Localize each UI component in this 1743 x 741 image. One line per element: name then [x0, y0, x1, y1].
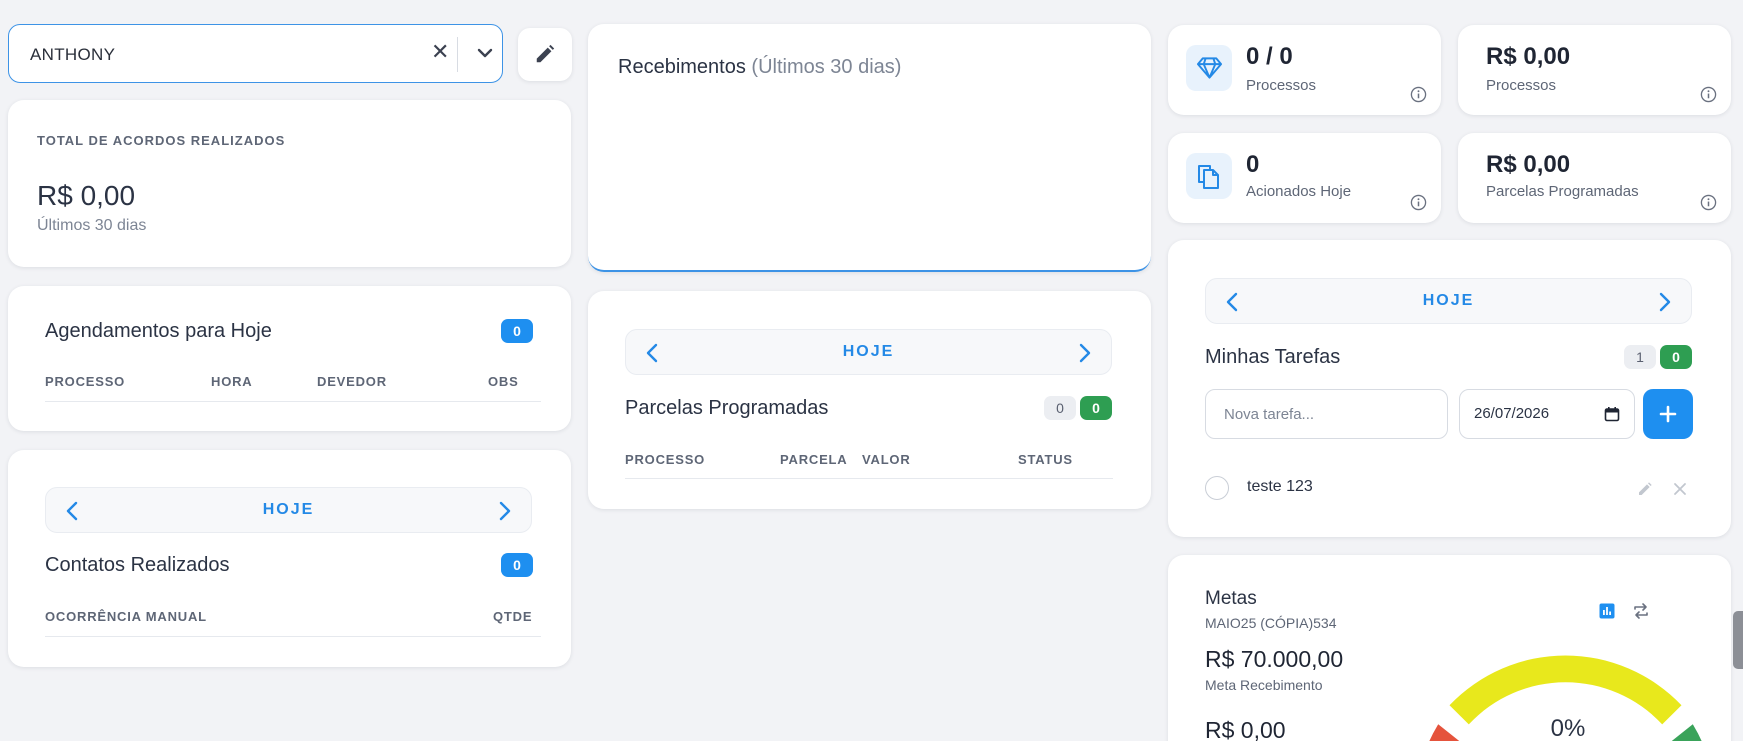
contatos-title: Contatos Realizados	[45, 554, 230, 576]
add-tarefa-button[interactable]	[1643, 389, 1693, 439]
stat-value: R$ 0,00	[1486, 151, 1571, 178]
stat-value: R$ 0,00	[1486, 43, 1571, 70]
contatos-date-label: HOJE	[262, 501, 315, 518]
recebimentos-chart-card: Recebimentos (Últimos 30 dias)	[588, 24, 1151, 272]
agendamentos-card: Agendamentos para Hoje 0 PROCESSO HORA D…	[8, 286, 571, 431]
list-item: teste 123	[1205, 470, 1693, 506]
tarefa-text: teste 123	[1247, 478, 1313, 495]
gauge-percent-label: 0%	[1550, 715, 1586, 741]
parcelas-date-nav: HOJE	[625, 329, 1112, 375]
metas-title: Metas	[1205, 588, 1257, 609]
column-header-processo: PROCESSO	[625, 452, 706, 467]
user-select[interactable]: ANTHONY ✕	[8, 24, 503, 83]
stat-card-acionados: 0 Acionados Hoje	[1168, 133, 1441, 223]
tarefas-date-label: HOJE	[1422, 292, 1475, 309]
tarefa-date-value: 26/07/2026	[1474, 405, 1550, 422]
stat-label: Processos	[1486, 77, 1557, 94]
chevron-right-icon[interactable]	[499, 501, 511, 521]
contatos-card: HOJE Contatos Realizados 0 OCORRÊNCIA MA…	[8, 450, 571, 667]
stat-value: 0	[1246, 151, 1260, 178]
diamond-icon	[1196, 57, 1223, 79]
recebimentos-title: Recebimentos (Últimos 30 dias)	[618, 56, 901, 79]
close-icon[interactable]	[1673, 482, 1687, 496]
column-header-parcela: PARCELA	[780, 452, 848, 467]
bar-chart-icon[interactable]	[1599, 603, 1615, 619]
tarefas-green-badge: 0	[1660, 345, 1692, 369]
stat-value: 0 / 0	[1246, 43, 1293, 70]
acordos-card: TOTAL DE ACORDOS REALIZADOS R$ 0,00 Últi…	[8, 100, 571, 267]
contatos-count-badge: 0	[501, 553, 533, 577]
plus-icon	[1659, 405, 1677, 423]
stat-icon-bubble	[1186, 45, 1232, 91]
calendar-icon[interactable]	[1604, 406, 1620, 422]
column-header-valor: VALOR	[862, 452, 911, 467]
gauge-segment-green	[1671, 724, 1702, 741]
column-header-obs: OBS	[488, 374, 519, 389]
gauge-segment-red	[1429, 724, 1460, 741]
info-icon[interactable]	[1410, 194, 1427, 211]
copy-icon	[1198, 165, 1219, 189]
info-icon[interactable]	[1700, 86, 1717, 103]
metas-card: Metas MAIO25 (CÓPIA)534 R$ 70.000,00 Met…	[1168, 555, 1731, 741]
recebimentos-title-text: Recebimentos	[618, 56, 746, 78]
tarefas-gray-badge: 1	[1624, 345, 1656, 369]
column-header-ocorrencia: OCORRÊNCIA MANUAL	[45, 609, 207, 624]
tarefas-card: HOJE Minhas Tarefas 1 0 Nova tarefa... 2…	[1168, 240, 1731, 537]
info-icon[interactable]	[1700, 194, 1717, 211]
tarefa-checkbox[interactable]	[1205, 476, 1229, 500]
column-header-qtde: QTDE	[493, 609, 533, 624]
chevron-right-icon[interactable]	[1079, 343, 1091, 363]
metas-goal-label: Meta Recebimento	[1205, 677, 1323, 693]
parcelas-green-badge: 0	[1080, 396, 1112, 420]
parcelas-date-label: HOJE	[842, 343, 895, 360]
parcelas-card: HOJE Parcelas Programadas 0 0 PROCESSO P…	[588, 291, 1151, 509]
select-divider	[457, 37, 458, 72]
edit-user-button[interactable]	[518, 28, 572, 81]
parcelas-title: Parcelas Programadas	[625, 397, 829, 419]
nova-tarefa-input[interactable]: Nova tarefa...	[1205, 389, 1448, 439]
metas-subtitle: MAIO25 (CÓPIA)534	[1205, 615, 1337, 631]
stat-card-parcelas: R$ 0,00 Parcelas Programadas	[1458, 133, 1731, 223]
stat-label: Processos	[1246, 77, 1317, 94]
scrollbar-thumb[interactable]	[1733, 611, 1743, 669]
chevron-down-icon[interactable]	[477, 47, 493, 59]
column-header-status: STATUS	[1018, 452, 1073, 467]
chevron-right-icon[interactable]	[1659, 292, 1671, 312]
stat-card-processos-count: 0 / 0 Processos	[1168, 25, 1441, 115]
contatos-date-nav: HOJE	[45, 487, 532, 533]
parcelas-gray-badge: 0	[1044, 396, 1076, 420]
metas-goal-value: R$ 70.000,00	[1205, 646, 1344, 672]
tarefas-title: Minhas Tarefas	[1205, 346, 1341, 368]
tarefa-date-input[interactable]: 26/07/2026	[1459, 389, 1635, 439]
stat-label: Acionados Hoje	[1246, 183, 1352, 200]
column-header-hora: HORA	[211, 374, 253, 389]
user-select-value: ANTHONY	[30, 45, 116, 64]
stat-card-processos-value: R$ 0,00 Processos	[1458, 25, 1731, 115]
table-divider	[625, 478, 1113, 479]
info-icon[interactable]	[1410, 86, 1427, 103]
clear-icon[interactable]: ✕	[431, 39, 449, 65]
swap-icon[interactable]	[1632, 602, 1650, 620]
tarefas-date-nav: HOJE	[1205, 278, 1692, 324]
acordos-value: R$ 0,00	[37, 180, 136, 211]
agendamentos-title: Agendamentos para Hoje	[45, 320, 272, 342]
table-divider	[45, 636, 541, 637]
acordos-subtitle: Últimos 30 dias	[37, 217, 147, 234]
metas-current-value: R$ 0,00	[1205, 717, 1286, 741]
recebimentos-subtitle: (Últimos 30 dias)	[751, 56, 902, 78]
pencil-icon	[536, 44, 555, 63]
column-header-processo: PROCESSO	[45, 374, 126, 389]
nova-tarefa-placeholder: Nova tarefa...	[1224, 406, 1315, 423]
stat-label: Parcelas Programadas	[1486, 183, 1639, 200]
column-header-devedor: DEVEDOR	[317, 374, 387, 389]
table-divider	[45, 401, 541, 402]
pencil-icon[interactable]	[1637, 481, 1653, 497]
stat-icon-bubble	[1186, 153, 1232, 199]
acordos-heading: TOTAL DE ACORDOS REALIZADOS	[37, 133, 286, 148]
agendamentos-count-badge: 0	[501, 319, 533, 343]
